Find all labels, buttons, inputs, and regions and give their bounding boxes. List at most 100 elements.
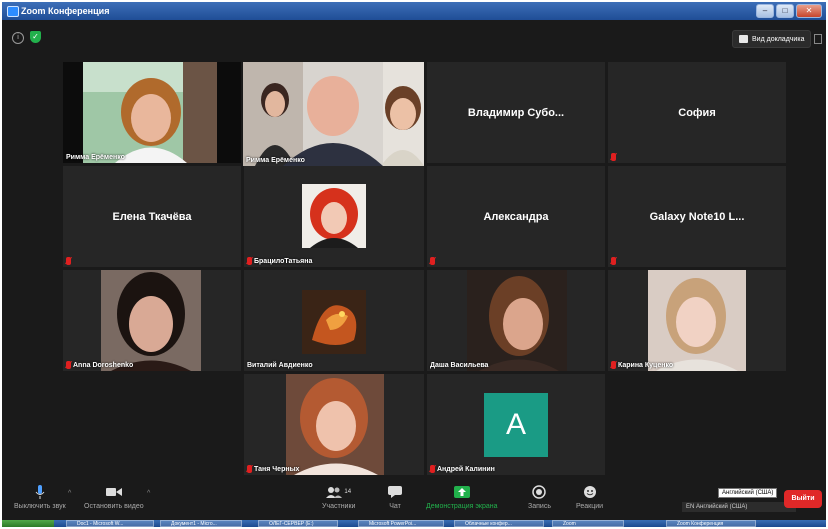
stop-video-label: Остановить видео [84, 503, 144, 510]
taskbar-item[interactable]: Облачные конфер... [454, 520, 544, 527]
participant-label: Римма Ерёменко [66, 154, 125, 161]
language-bar[interactable]: EN Английский (США) [682, 502, 796, 512]
participant-video [101, 270, 201, 371]
video-tile[interactable]: Владимир Субо... [427, 62, 605, 163]
video-tile[interactable]: Таня Черных [244, 374, 424, 475]
participant-name: София [678, 106, 716, 119]
fullscreen-icon[interactable] [814, 34, 822, 44]
participant-name: Александра [483, 210, 549, 223]
record-label: Запись [528, 503, 551, 510]
participants-label: Участники [322, 503, 356, 510]
zoom-app-icon [7, 6, 19, 17]
record-icon [532, 484, 547, 500]
leave-button[interactable]: Выйти [784, 490, 822, 508]
video-tile[interactable]: Galaxy Note10 L... [608, 166, 786, 267]
stop-video-button[interactable]: Остановить видео [84, 484, 144, 510]
participant-label: Anna Doroshenko [66, 361, 133, 369]
speaker-view-label: Вид докладчика [752, 35, 805, 43]
video-tile[interactable]: Anna Doroshenko [63, 270, 241, 371]
participant-name: Galaxy Note10 L... [649, 210, 745, 223]
shield-icon[interactable]: ✓ [30, 31, 41, 43]
participant-avatar-photo [302, 184, 366, 248]
reactions-icon [583, 484, 597, 500]
video-tile[interactable]: Александра [427, 166, 605, 267]
share-screen-button[interactable]: Демонстрация экрана [426, 484, 498, 510]
mic-muted-icon [611, 361, 616, 369]
participants-count: 14 [344, 489, 352, 495]
participant-label: БрацилоТатьяна [247, 257, 312, 265]
taskbar-item[interactable]: Документ1 - Micro... [160, 520, 242, 527]
video-tile[interactable]: A Андрей Калинин [427, 374, 605, 475]
taskbar-item[interactable]: ОЛЕГ-СЕРВЕР (E:) [258, 520, 338, 527]
participant-name: Елена Ткачёва [112, 210, 192, 223]
windows-taskbar: Doc1 - Microsoft W... Документ1 - Micro.… [2, 520, 826, 527]
mic-muted-icon [611, 153, 616, 161]
start-button[interactable] [2, 520, 54, 527]
chat-icon [388, 484, 402, 500]
mic-muted-icon [611, 257, 616, 265]
video-tile[interactable]: Карина Куценко [608, 270, 786, 371]
video-tile[interactable]: София [608, 62, 786, 163]
mic-muted-icon [247, 257, 252, 265]
mic-muted-icon [247, 465, 252, 473]
chat-button[interactable]: Чат [388, 484, 402, 510]
participant-video [286, 374, 384, 475]
mic-muted-icon [430, 257, 435, 265]
reactions-button[interactable]: Реакции [576, 484, 603, 510]
meeting-toolbar: Выключить звук ^ Остановить видео ^ 14 У… [2, 480, 826, 520]
mic-muted-icon [66, 361, 71, 369]
video-tile[interactable]: Виталий Авдиенко [244, 270, 424, 371]
participant-label [430, 257, 435, 265]
participants-icon: 14 [326, 484, 351, 500]
video-tile[interactable]: Даша Васильева [427, 270, 605, 371]
video-tile[interactable]: БрацилоТатьяна [244, 166, 424, 267]
participant-video [83, 62, 217, 163]
grid-icon [739, 35, 748, 43]
mute-button[interactable]: Выключить звук [14, 484, 66, 510]
share-screen-label: Демонстрация экрана [426, 503, 498, 510]
participant-video [467, 270, 567, 371]
mic-muted-icon [66, 257, 71, 265]
camera-icon [105, 484, 122, 500]
participant-name: Владимир Субо... [467, 106, 565, 119]
maximize-button[interactable]: □ [776, 4, 794, 18]
participant-label [611, 153, 616, 161]
avatar: A [484, 393, 548, 457]
participant-avatar-photo [302, 290, 366, 354]
taskbar-item[interactable]: Microsoft PowerPoi... [358, 520, 444, 527]
video-tile-active-speaker[interactable]: Римма Ерёменко [243, 62, 424, 166]
participant-label: Даша Васильева [430, 362, 489, 369]
record-button[interactable]: Запись [528, 484, 551, 510]
taskbar-item[interactable]: Doc1 - Microsoft W... [66, 520, 154, 527]
minimize-button[interactable]: – [756, 4, 774, 18]
participant-label [66, 257, 71, 265]
meeting-top-bar: i ✓ Вид докладчика [2, 20, 826, 48]
info-icon[interactable]: i [12, 32, 24, 44]
participant-label: Римма Ерёменко [246, 157, 305, 164]
chevron-up-icon[interactable]: ^ [68, 490, 71, 497]
title-bar: Zoom Конференция – □ ✕ [2, 2, 826, 20]
participant-label [611, 257, 616, 265]
chevron-up-icon[interactable]: ^ [147, 490, 150, 497]
language-tooltip: Английский (США) [718, 488, 778, 498]
video-tile[interactable]: Елена Ткачёва [63, 166, 241, 267]
mic-muted-icon [430, 465, 435, 473]
taskbar-item[interactable]: Zoom [552, 520, 624, 527]
chat-label: Чат [389, 503, 401, 510]
share-screen-icon [453, 484, 470, 500]
speaker-view-button[interactable]: Вид докладчика [732, 30, 812, 48]
participants-button[interactable]: 14 Участники [322, 484, 355, 510]
taskbar-item[interactable]: Zoom Конференция [666, 520, 756, 527]
participant-video [648, 270, 746, 371]
zoom-window: Zoom Конференция – □ ✕ i ✓ Вид докладчик… [2, 2, 826, 527]
window-title: Zoom Конференция [21, 6, 110, 16]
video-tile[interactable]: Римма Ерёменко [63, 62, 241, 163]
close-button[interactable]: ✕ [796, 4, 822, 18]
participant-label: Таня Черных [247, 465, 299, 473]
mute-label: Выключить звук [14, 503, 66, 510]
microphone-icon [35, 484, 45, 500]
participant-video [243, 62, 424, 166]
reactions-label: Реакции [576, 503, 604, 510]
participant-label: Карина Куценко [611, 361, 673, 369]
participant-label: Андрей Калинин [430, 465, 495, 473]
